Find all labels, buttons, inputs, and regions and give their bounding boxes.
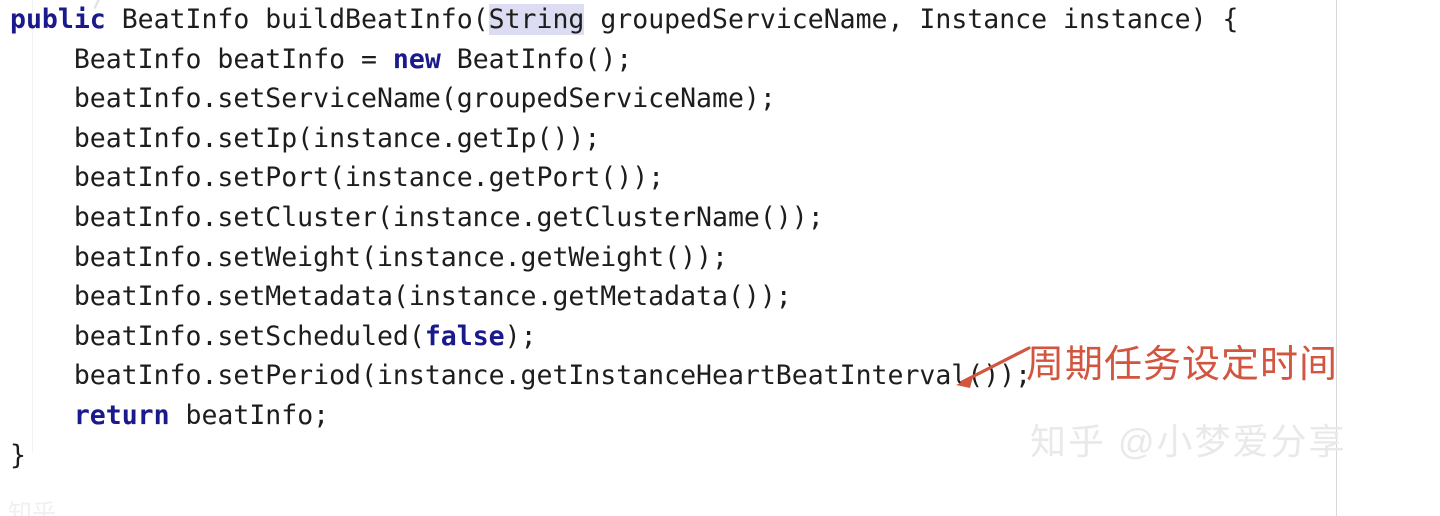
line-set-cluster[interactable]: beatInfo.setCluster(instance.getClusterN… bbox=[0, 198, 1440, 238]
code-block[interactable]: public BeatInfo buildBeatInfo(String gro… bbox=[0, 0, 1440, 475]
line-new-beatinfo[interactable]: BeatInfo beatInfo = new BeatInfo(); bbox=[0, 40, 1440, 80]
line-set-weight[interactable]: beatInfo.setWeight(instance.getWeight())… bbox=[0, 238, 1440, 278]
line-signature[interactable]: public BeatInfo buildBeatInfo(String gro… bbox=[0, 0, 1440, 40]
line-set-ip[interactable]: beatInfo.setIp(instance.getIp()); bbox=[0, 119, 1440, 159]
annotation-label: 周期任务设定时间 bbox=[1026, 344, 1339, 386]
zhihu-watermark: 知乎 @小梦爱分享 bbox=[1030, 421, 1347, 462]
code-screenshot: */ public BeatInfo buildBeatInfo(String … bbox=[0, 0, 1440, 516]
line-set-port[interactable]: beatInfo.setPort(instance.getPort()); bbox=[0, 158, 1440, 198]
line-set-service-name[interactable]: beatInfo.setServiceName(groupedServiceNa… bbox=[0, 79, 1440, 119]
line-set-metadata[interactable]: beatInfo.setMetadata(instance.getMetadat… bbox=[0, 277, 1440, 317]
clipped-bottom-artifact: 知乎 . . . . . . . . bbox=[8, 499, 793, 516]
